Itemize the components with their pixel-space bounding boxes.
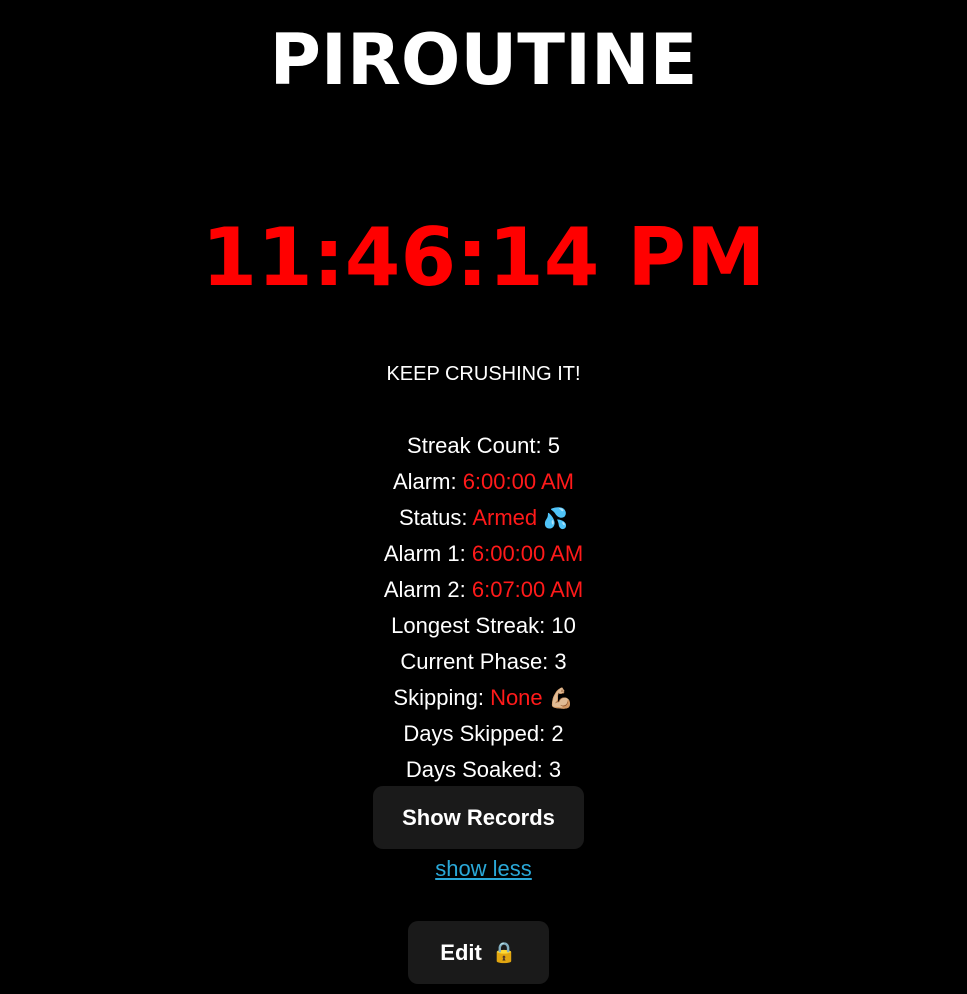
show-records-button[interactable]: Show Records <box>373 786 584 849</box>
stat-alarm: Alarm: 6:00:00 AM <box>0 464 967 500</box>
stat-status: Status: Armed 💦 <box>0 500 967 536</box>
stat-current-phase: Current Phase: 3 <box>0 644 967 680</box>
stat-alarm-2: Alarm 2: 6:07:00 AM <box>0 572 967 608</box>
edit-label: Edit <box>440 939 482 965</box>
stat-value: 2 <box>551 721 564 746</box>
stat-days-skipped: Days Skipped: 2 <box>0 716 967 752</box>
stat-label: Alarm 2: <box>383 577 466 602</box>
stat-label: Streak Count: <box>407 433 542 458</box>
app-container: PIROUTINE 11:46:14 PM KEEP CRUSHING IT! … <box>0 0 967 994</box>
show-less-container: show less <box>0 854 967 884</box>
sweat-droplets-icon: 💦 <box>543 508 569 531</box>
stat-label: Days Skipped: <box>403 721 546 746</box>
stat-value: 6:07:00 AM <box>471 577 584 602</box>
stat-value: 3 <box>548 757 562 782</box>
stat-value: 3 <box>554 649 567 674</box>
stat-label: Days Soaked: <box>405 757 543 782</box>
stat-longest-streak: Longest Streak: 10 <box>0 608 967 644</box>
flexed-biceps-icon: 💪🏼 <box>548 688 574 711</box>
stat-value: 5 <box>547 433 560 458</box>
stat-value: 6:00:00 AM <box>462 469 574 494</box>
stat-skipping: Skipping: None 💪🏼 <box>0 680 967 716</box>
stat-alarm-1: Alarm 1: 6:00:00 AM <box>0 536 967 572</box>
stats-list: Streak Count: 5 Alarm: 6:00:00 AM Status… <box>0 428 967 788</box>
show-records-label: Show Records <box>402 804 555 830</box>
stat-label: Longest Streak: <box>391 613 546 638</box>
stat-label: Alarm 1: <box>383 541 466 566</box>
stat-value: None <box>490 685 543 710</box>
stat-label: Current Phase: <box>400 649 549 674</box>
motivation-text: KEEP CRUSHING IT! <box>386 363 581 385</box>
lock-icon: 🔒 <box>491 942 517 964</box>
stat-value: 10 <box>551 613 576 638</box>
edit-button[interactable]: Edit 🔒 <box>408 921 549 984</box>
status-value: Armed <box>472 505 538 530</box>
show-less-link[interactable]: show less <box>435 856 532 881</box>
current-time-clock: 11:46:14 PM <box>201 211 766 304</box>
stat-label: Status: <box>398 505 468 530</box>
stat-label: Alarm: <box>393 469 457 494</box>
stat-days-soaked: Days Soaked: 3 <box>0 752 967 788</box>
stat-value: 6:00:00 AM <box>471 541 584 566</box>
stat-streak-count: Streak Count: 5 <box>0 428 967 464</box>
app-title: PIROUTINE <box>269 19 698 101</box>
stat-label: Skipping: <box>393 685 484 710</box>
